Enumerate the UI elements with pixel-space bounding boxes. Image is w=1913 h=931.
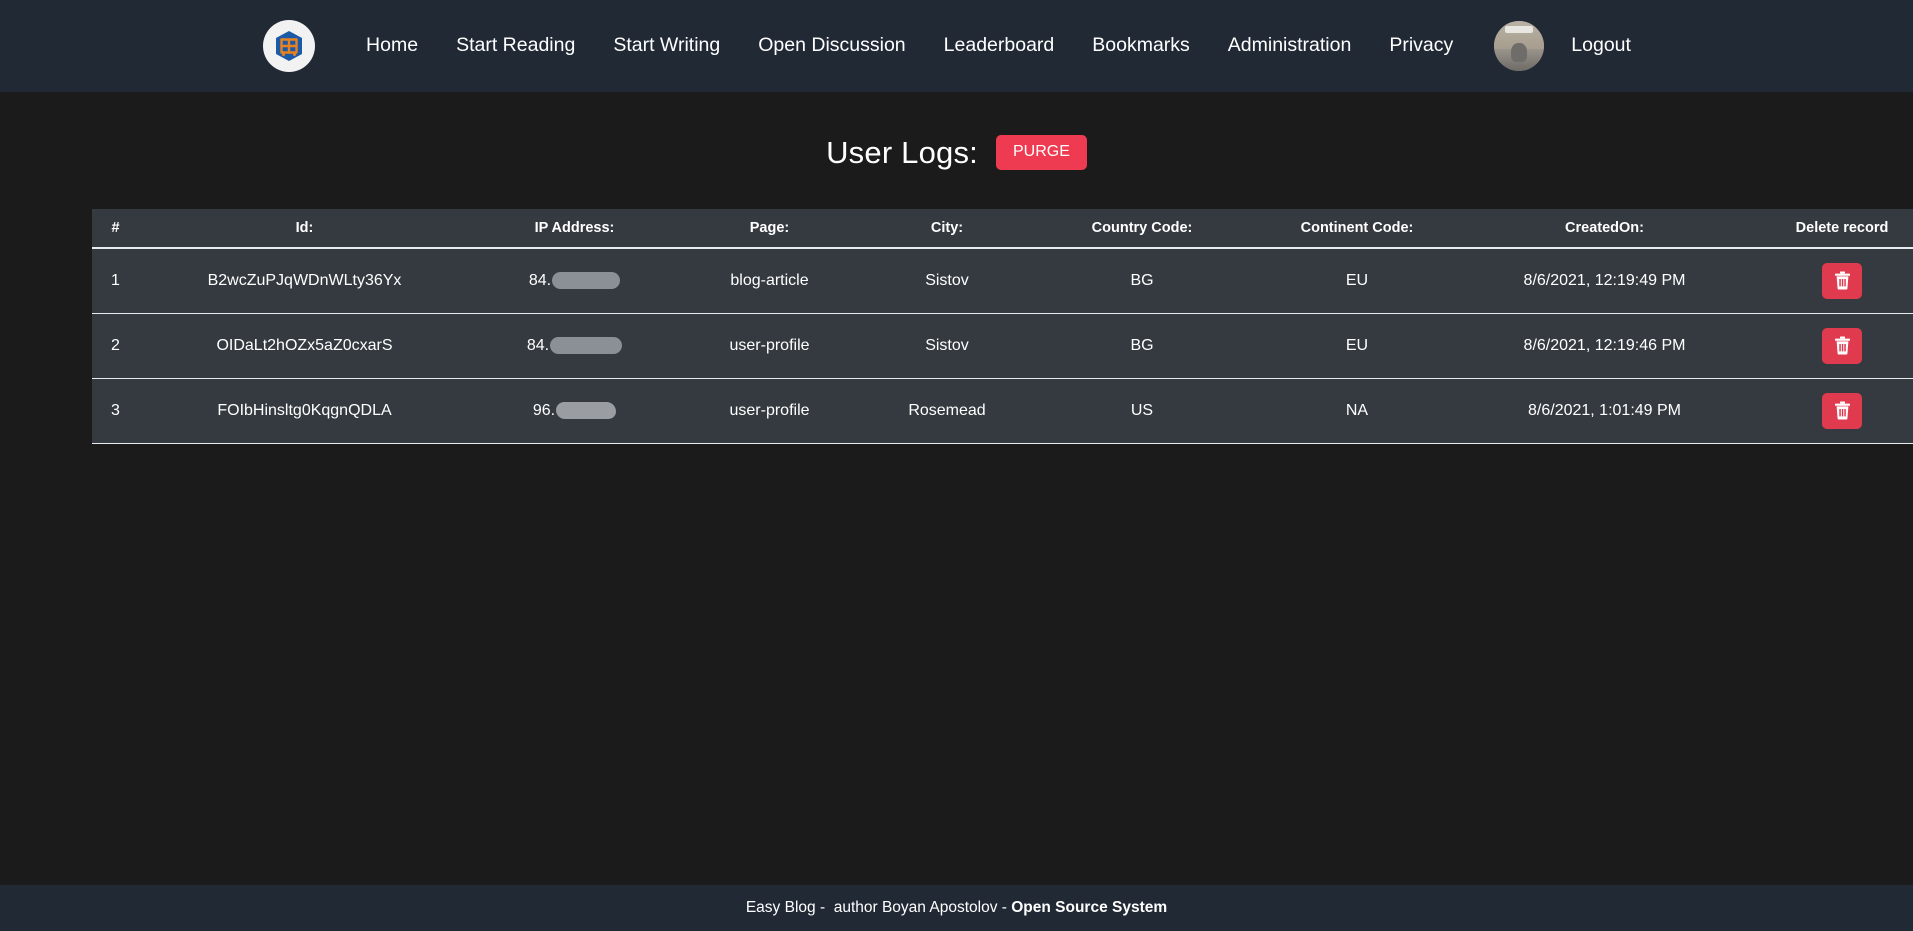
column-header-ip-address: IP Address: bbox=[469, 208, 680, 249]
avatar-photo-person bbox=[1511, 43, 1528, 62]
nav-item-privacy[interactable]: Privacy bbox=[1370, 36, 1472, 56]
top-navbar: Home Start Reading Start Writing Open Di… bbox=[0, 0, 1913, 92]
cell-country-code: BG bbox=[1034, 247, 1250, 314]
delete-record-button[interactable] bbox=[1822, 392, 1862, 429]
column-header-number: # bbox=[91, 208, 140, 249]
table-row: 3 FOIbHinsltg0KqgnQDLA 96. user-profile … bbox=[91, 378, 1913, 444]
footer-system-name: Open Source System bbox=[1011, 899, 1168, 916]
trash-icon bbox=[1834, 336, 1850, 355]
cell-number: 1 bbox=[91, 247, 140, 314]
column-header-continent-code: Continent Code: bbox=[1249, 208, 1465, 249]
ip-value: 84. bbox=[526, 336, 623, 355]
ip-prefix: 84. bbox=[526, 336, 550, 354]
cell-created-on: 8/6/2021, 12:19:46 PM bbox=[1464, 313, 1745, 379]
cell-id: FOIbHinsltg0KqgnQDLA bbox=[139, 378, 470, 444]
cell-number: 2 bbox=[91, 313, 140, 379]
nav-item-home[interactable]: Home bbox=[347, 36, 437, 56]
table-header-row: # Id: IP Address: Page: City: Country Co… bbox=[91, 208, 1913, 249]
page-footer: Easy Blog - author Boyan Apostolov - Ope… bbox=[0, 885, 1913, 931]
cell-id: B2wcZuPJqWDnWLty36Yx bbox=[139, 247, 470, 314]
column-header-delete-record: Delete record bbox=[1744, 208, 1913, 249]
nav-item-open-discussion[interactable]: Open Discussion bbox=[739, 36, 924, 56]
ip-redaction-mask bbox=[552, 272, 621, 290]
cell-city: Sistov bbox=[859, 313, 1035, 379]
page-title: User Logs: bbox=[826, 134, 978, 170]
brand-logo-icon[interactable] bbox=[263, 20, 316, 72]
cell-delete bbox=[1744, 313, 1913, 379]
table-body: 1 B2wcZuPJqWDnWLty36Yx 84. blog-article … bbox=[91, 247, 1913, 444]
nav-item-start-reading[interactable]: Start Reading bbox=[437, 36, 594, 56]
nav-item-logout[interactable]: Logout bbox=[1552, 36, 1650, 56]
cell-continent-code: EU bbox=[1249, 247, 1465, 314]
cell-country-code: BG bbox=[1034, 313, 1250, 379]
cell-page: user-profile bbox=[679, 378, 860, 444]
footer-text: Easy Blog - author Boyan Apostolov - bbox=[745, 899, 1012, 916]
delete-record-button[interactable] bbox=[1822, 262, 1862, 299]
column-header-country-code: Country Code: bbox=[1034, 208, 1250, 249]
navbar-inner: Home Start Reading Start Writing Open Di… bbox=[263, 20, 1650, 72]
cell-city: Sistov bbox=[859, 247, 1035, 314]
ip-prefix: 96. bbox=[532, 401, 556, 419]
cell-city: Rosemead bbox=[859, 378, 1035, 444]
ip-prefix: 84. bbox=[528, 271, 552, 289]
cell-number: 3 bbox=[91, 378, 140, 444]
delete-record-button[interactable] bbox=[1822, 327, 1862, 364]
cell-delete bbox=[1744, 378, 1913, 444]
cell-ip-address: 84. bbox=[469, 247, 680, 314]
ip-redaction-mask bbox=[550, 337, 623, 355]
nav-item-administration[interactable]: Administration bbox=[1209, 36, 1371, 56]
nav-item-start-writing[interactable]: Start Writing bbox=[594, 36, 739, 56]
cell-continent-code: EU bbox=[1249, 313, 1465, 379]
nav-item-leaderboard[interactable]: Leaderboard bbox=[925, 36, 1074, 56]
cell-ip-address: 96. bbox=[469, 378, 680, 444]
logo-hexagon-cart-icon bbox=[276, 31, 303, 61]
column-header-id: Id: bbox=[139, 208, 470, 249]
purge-button[interactable]: PURGE bbox=[996, 134, 1087, 170]
avatar-photo-shelf bbox=[1505, 26, 1534, 33]
trash-icon bbox=[1834, 401, 1850, 420]
column-header-page: Page: bbox=[679, 208, 860, 249]
table-row: 2 OIDaLt2hOZx5aZ0cxarS 84. user-profile … bbox=[91, 313, 1913, 379]
nav-item-bookmarks[interactable]: Bookmarks bbox=[1073, 36, 1209, 56]
cell-ip-address: 84. bbox=[469, 313, 680, 379]
cell-country-code: US bbox=[1034, 378, 1250, 444]
user-avatar[interactable] bbox=[1494, 21, 1545, 71]
table-header: # Id: IP Address: Page: City: Country Co… bbox=[91, 208, 1913, 249]
cell-page: user-profile bbox=[679, 313, 860, 379]
ip-value: 96. bbox=[532, 401, 617, 420]
ip-redaction-mask bbox=[556, 402, 617, 420]
page-header: User Logs: PURGE bbox=[0, 113, 1913, 192]
cell-id: OIDaLt2hOZx5aZ0cxarS bbox=[139, 313, 470, 379]
ip-value: 84. bbox=[528, 271, 621, 290]
cell-created-on: 8/6/2021, 12:19:49 PM bbox=[1464, 247, 1745, 314]
column-header-created-on: CreatedOn: bbox=[1464, 208, 1745, 249]
cell-created-on: 8/6/2021, 1:01:49 PM bbox=[1464, 378, 1745, 444]
table-row: 1 B2wcZuPJqWDnWLty36Yx 84. blog-article … bbox=[91, 247, 1913, 314]
column-header-city: City: bbox=[859, 208, 1035, 249]
user-logs-table: # Id: IP Address: Page: City: Country Co… bbox=[91, 208, 1913, 444]
trash-icon bbox=[1834, 271, 1850, 290]
cell-delete bbox=[1744, 247, 1913, 314]
user-logs-table-container: # Id: IP Address: Page: City: Country Co… bbox=[91, 208, 1913, 444]
cell-page: blog-article bbox=[679, 247, 860, 314]
cell-continent-code: NA bbox=[1249, 378, 1465, 444]
